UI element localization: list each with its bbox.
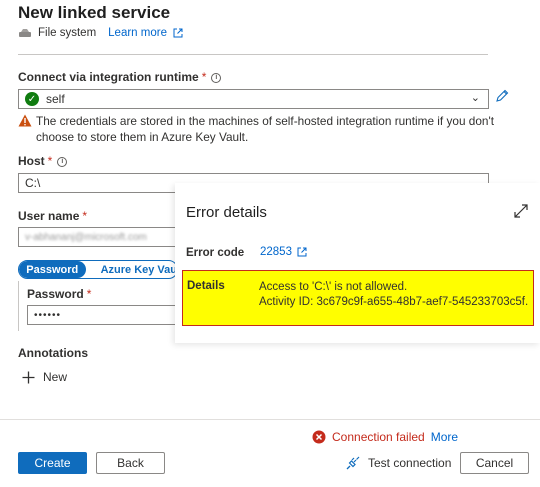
cancel-button[interactable]: Cancel	[460, 452, 529, 474]
runtime-label: Connect via integration runtime	[18, 70, 199, 84]
test-connection-label: Test connection	[368, 456, 452, 470]
host-value: C:\	[25, 176, 41, 190]
service-type-label: File system	[38, 27, 97, 39]
back-button[interactable]: Back	[96, 452, 165, 474]
auth-type-toggle: Password Azure Key Vau	[18, 260, 178, 279]
header-divider	[18, 54, 488, 55]
connection-status: Connection failed More	[312, 430, 458, 444]
warning-icon	[18, 114, 32, 127]
annotations-label: Annotations	[18, 346, 88, 360]
details-label: Details	[187, 280, 225, 292]
required-mark: *	[47, 154, 53, 168]
required-mark: *	[201, 70, 207, 84]
service-type-row: File system Learn more	[18, 25, 183, 41]
footer-divider	[0, 419, 540, 420]
edit-pencil-icon[interactable]	[494, 88, 510, 104]
warning-text: The credentials are stored in the machin…	[36, 114, 494, 144]
info-icon[interactable]: i	[57, 156, 68, 167]
status-text: Connection failed	[332, 430, 425, 444]
password-input[interactable]: ••••••	[27, 305, 178, 325]
host-label-row: Host * i	[18, 154, 68, 168]
user-name-label-row: User name *	[18, 209, 87, 223]
warning-message: The credentials are stored in the machin…	[18, 113, 498, 145]
user-name-input[interactable]: v-abhananj@microsoft.com	[18, 227, 178, 247]
runtime-selected: self	[46, 92, 65, 106]
error-details-highlight: Details Access to 'C:\' is not allowed. …	[182, 270, 534, 326]
runtime-label-row: Connect via integration runtime * i	[18, 70, 222, 84]
plug-icon	[346, 456, 360, 470]
open-external-icon[interactable]	[173, 28, 183, 38]
error-code-value: 22853	[260, 246, 292, 258]
new-annotation-button[interactable]: New	[22, 370, 67, 384]
open-external-icon	[297, 247, 307, 257]
error-code-label: Error code	[186, 247, 245, 259]
host-label: Host	[18, 154, 45, 168]
password-label-row: Password *	[27, 287, 91, 301]
learn-more-link[interactable]: Learn more	[108, 27, 167, 39]
file-system-icon	[19, 29, 31, 37]
user-name-label: User name	[18, 209, 80, 223]
password-value: ••••••	[34, 309, 62, 321]
create-button[interactable]: Create	[18, 452, 87, 474]
error-code-link[interactable]: 22853	[260, 246, 307, 258]
chevron-down-icon: ⌄	[470, 92, 480, 104]
plus-icon	[22, 371, 35, 383]
error-details-panel: Error details Error code 22853 Details A…	[175, 183, 540, 343]
required-mark: *	[82, 209, 88, 223]
expand-icon[interactable]	[513, 203, 529, 219]
runtime-dropdown[interactable]: ✓ self ⌄	[18, 89, 489, 109]
password-label: Password	[27, 287, 84, 301]
error-panel-title: Error details	[186, 204, 267, 221]
error-circle-icon	[312, 430, 326, 444]
details-line-1: Access to 'C:\' is not allowed.	[259, 281, 408, 293]
required-mark: *	[86, 287, 92, 301]
details-text: Access to 'C:\' is not allowed. Activity…	[259, 280, 528, 310]
tab-password[interactable]: Password	[19, 261, 86, 278]
tab-azure-key-vault[interactable]: Azure Key Vau	[86, 261, 177, 278]
check-circle-icon: ✓	[25, 92, 39, 106]
page-title: New linked service	[18, 3, 171, 22]
test-connection-button[interactable]: Test connection	[345, 452, 451, 474]
user-name-value: v-abhananj@microsoft.com	[25, 231, 147, 243]
info-icon[interactable]: i	[211, 72, 222, 83]
new-annotation-label: New	[43, 370, 68, 384]
details-line-2: Activity ID: 3c679c9f-a655-48b7-aef7-545…	[259, 296, 529, 308]
more-link[interactable]: More	[431, 430, 458, 444]
